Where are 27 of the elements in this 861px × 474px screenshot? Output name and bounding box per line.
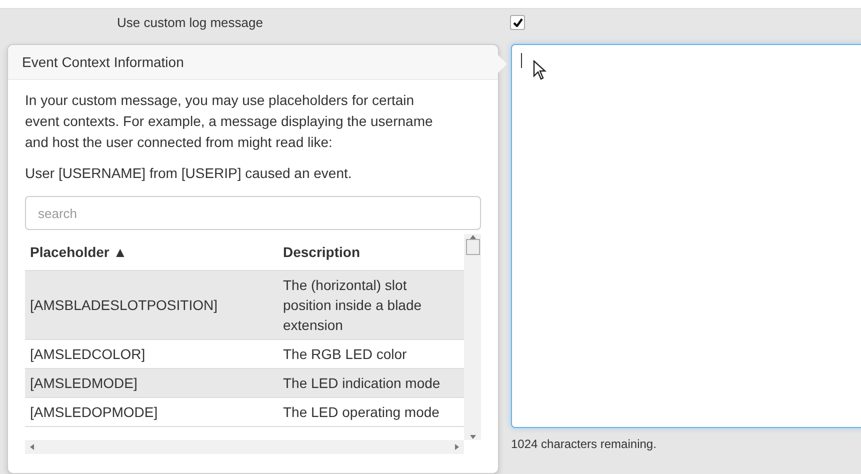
intro-text: In your custom message, you may use placeholders for certain event contexts. For example, a message displaying the username and host the user connected from might read like: (25, 91, 434, 152)
vertical-scrollbar[interactable] (464, 234, 481, 440)
characters-remaining: 1024 characters remaining. (511, 437, 658, 451)
table-cell-text: The RGB LED color (282, 345, 408, 364)
scroll-left-icon[interactable] (29, 444, 35, 450)
table-cell-text: [AMSLEDMODE] (29, 374, 138, 393)
column-header[interactable]: Description (278, 234, 464, 270)
table-cell-text: The (horizontal) slot position inside a blade extension (282, 276, 423, 335)
check-icon (512, 18, 522, 27)
scrollbar-thumb[interactable] (466, 239, 480, 255)
option-label: Use custom log message (117, 15, 263, 30)
table-cell-text: [AMSBLADESLOTPOSITION] (29, 296, 218, 315)
table-cell-text: [AMSLEDOPMODE] (29, 403, 159, 422)
scroll-down-icon[interactable] (470, 434, 476, 440)
popover-title: Event Context Information (8, 45, 498, 80)
text-caret-icon (521, 53, 522, 68)
horizontal-scrollbar[interactable] (25, 440, 464, 454)
message-field[interactable] (511, 44, 861, 428)
table-cell-text: The LED operating mode (282, 403, 440, 422)
checkbox[interactable] (510, 15, 525, 30)
example-text: User [USERNAME] from [USERIP] caused an event. (25, 164, 353, 183)
table-cell-text: The LED indication mode (282, 374, 442, 393)
search-field[interactable]: search (25, 196, 481, 230)
mouse-pointer-icon (533, 60, 547, 80)
column-header[interactable]: Placeholder ▲ (25, 234, 278, 270)
scroll-right-icon[interactable] (454, 444, 460, 450)
table-cell-text: [AMSLEDCOLOR] (29, 345, 146, 364)
